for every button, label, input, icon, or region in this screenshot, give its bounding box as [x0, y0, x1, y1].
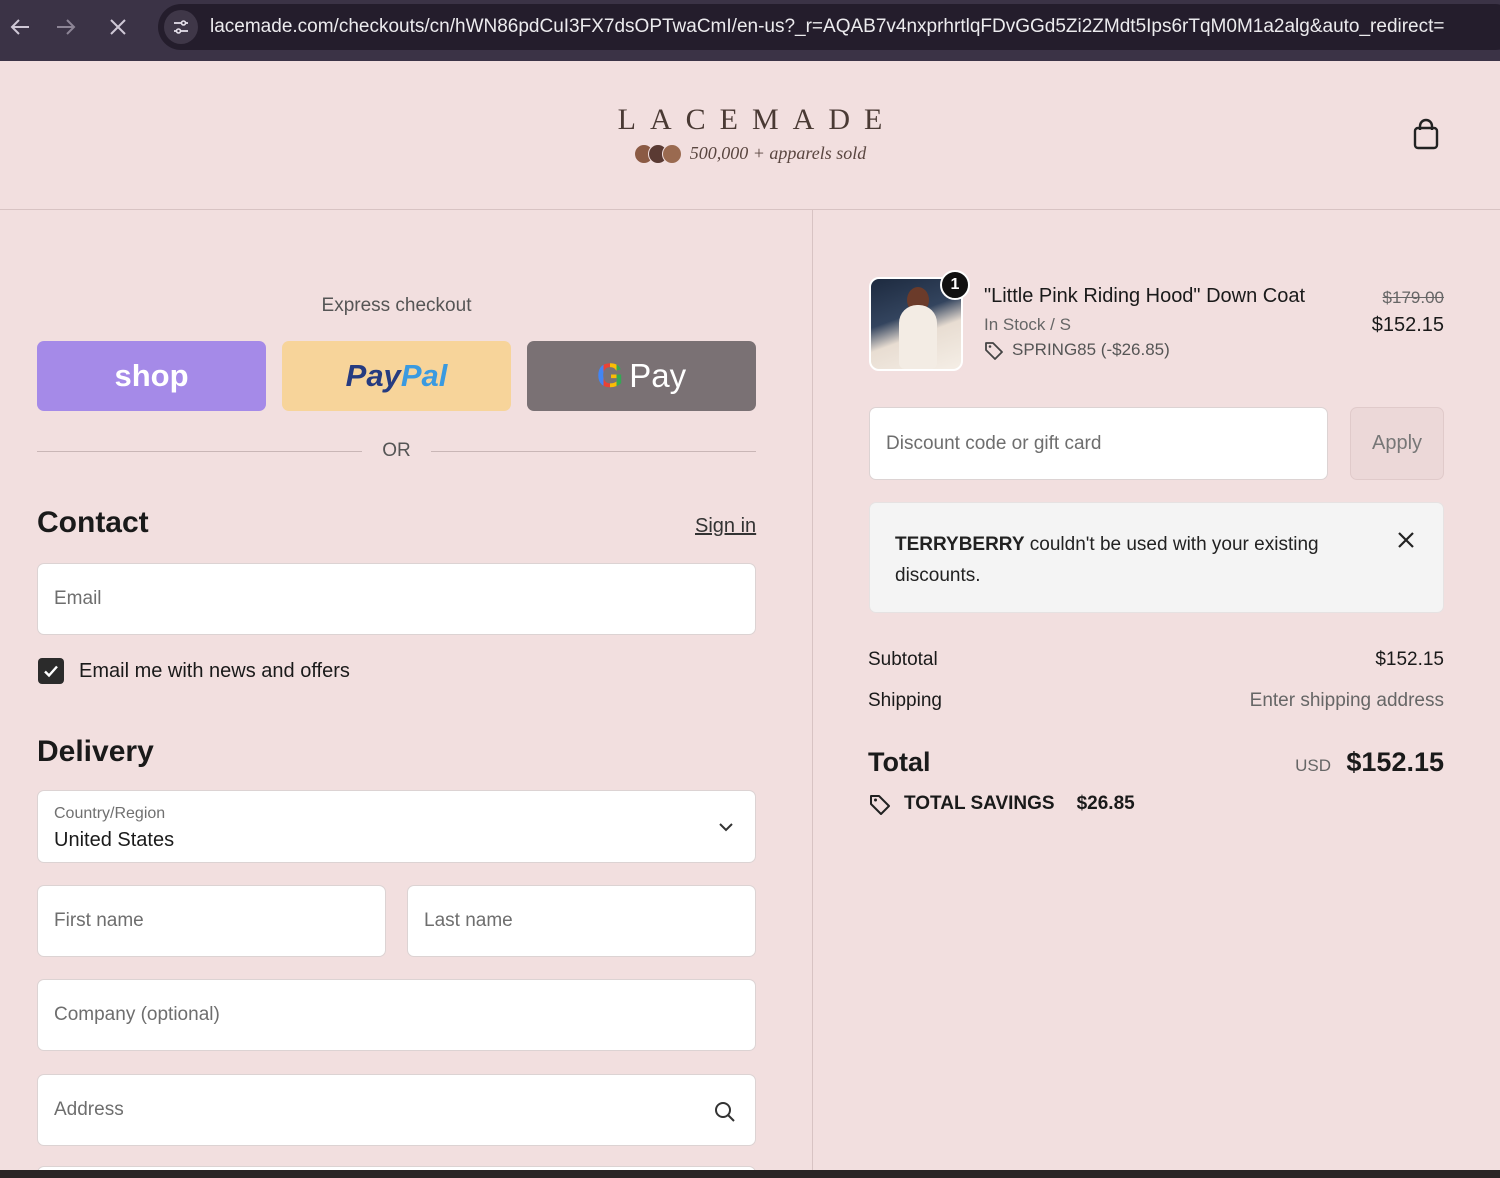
express-checkout-title: Express checkout [321, 295, 472, 316]
total-savings: TOTAL SAVINGS $26.85 [868, 792, 1135, 816]
item-price: $152.15 [1371, 314, 1444, 336]
tagline-text: 500,000 + apparels sold [689, 143, 867, 163]
total-currency: USD [1295, 756, 1331, 775]
shopping-bag-icon[interactable] [1408, 117, 1444, 153]
store-header: LACEMADE 500,000 + apparels sold [0, 61, 1500, 210]
or-label: OR [382, 440, 411, 461]
notice-code: TERRYBERRY [895, 534, 1025, 555]
total-value: $152.15 [1346, 747, 1444, 777]
forward-arrow-icon[interactable] [46, 7, 86, 47]
paypal-button[interactable]: Pay Pal [282, 341, 511, 411]
browser-toolbar: lacemade.com/checkouts/cn/hWN86pdCuI3FX7… [0, 0, 1500, 61]
stop-loading-icon[interactable] [98, 7, 138, 47]
subtotal-label: Subtotal [868, 649, 938, 670]
store-logo[interactable]: LACEMADE [0, 103, 1500, 137]
google-pay-label: Pay [629, 357, 687, 394]
apply-button[interactable]: Apply [1350, 407, 1444, 480]
email-placeholder: Email [54, 588, 102, 609]
close-icon[interactable] [1395, 529, 1417, 551]
subtotal-value: $152.15 [1375, 649, 1444, 670]
quantity-badge: 1 [940, 270, 970, 300]
last-name-field[interactable]: Last name [407, 885, 756, 957]
savings-value: $26.85 [1076, 793, 1135, 814]
google-pay-button[interactable]: G Pay [527, 341, 756, 411]
first-name-field[interactable]: First name [37, 885, 386, 957]
savings-label: TOTAL SAVINGS [904, 793, 1055, 814]
country-select[interactable]: Country/Region United States [37, 790, 756, 863]
paypal-label-pay: Pay [345, 358, 401, 393]
delivery-heading: Delivery [37, 735, 154, 768]
company-field[interactable]: Company (optional) [37, 979, 756, 1051]
or-separator: OR [37, 438, 756, 464]
chevron-down-icon [719, 823, 733, 832]
address-bar[interactable]: lacemade.com/checkouts/cn/hWN86pdCuI3FX7… [158, 4, 1500, 50]
discount-error-notice: TERRYBERRY couldn't be used with your ex… [869, 502, 1444, 613]
newsletter-checkbox[interactable] [38, 658, 64, 684]
company-placeholder: Company (optional) [54, 1004, 220, 1025]
url-text: lacemade.com/checkouts/cn/hWN86pdCuI3FX7… [210, 16, 1445, 37]
shipping-value: Enter shipping address [1249, 690, 1444, 711]
tag-icon [985, 342, 1003, 360]
contact-heading: Contact [37, 506, 149, 539]
product-discount: SPRING85 (-$26.85) [984, 340, 1170, 360]
column-divider [812, 210, 813, 1178]
back-arrow-icon[interactable] [0, 7, 40, 47]
taskbar-edge [0, 1170, 1500, 1178]
product-variant: In Stock / S [984, 315, 1071, 334]
site-settings-icon[interactable] [164, 10, 198, 44]
logo-tagline: 500,000 + apparels sold [0, 143, 1500, 164]
product-name: "Little Pink Riding Hood" Down Coat [984, 285, 1306, 307]
customer-avatars [633, 143, 682, 164]
google-g-icon: G [596, 356, 624, 395]
newsletter-label: Email me with news and offers [79, 660, 350, 682]
country-label: Country/Region [54, 805, 166, 822]
total-label: Total [868, 747, 931, 777]
paypal-label-pal: Pal [400, 358, 448, 393]
shipping-label: Shipping [868, 690, 942, 711]
first-name-placeholder: First name [54, 910, 144, 931]
address-placeholder: Address [54, 1099, 124, 1120]
last-name-placeholder: Last name [424, 910, 513, 931]
sign-in-link[interactable]: Sign in [695, 515, 756, 538]
search-icon [715, 1102, 735, 1122]
checkmark-icon [44, 665, 58, 678]
shop-pay-label: shop [114, 358, 189, 393]
notice-message: TERRYBERRY couldn't be used with your ex… [895, 529, 1365, 591]
country-value: United States [54, 829, 175, 851]
savings-tag-icon [870, 795, 890, 815]
shop-pay-button[interactable]: shop [37, 341, 266, 411]
discount-code-field[interactable]: Discount code or gift card [869, 407, 1328, 480]
address-field[interactable]: Address [37, 1074, 756, 1146]
product-discount-code: SPRING85 (-$26.85) [1012, 340, 1170, 359]
original-price: $179.00 [1382, 288, 1444, 307]
discount-placeholder: Discount code or gift card [886, 432, 1102, 454]
email-field[interactable]: Email [37, 563, 756, 635]
